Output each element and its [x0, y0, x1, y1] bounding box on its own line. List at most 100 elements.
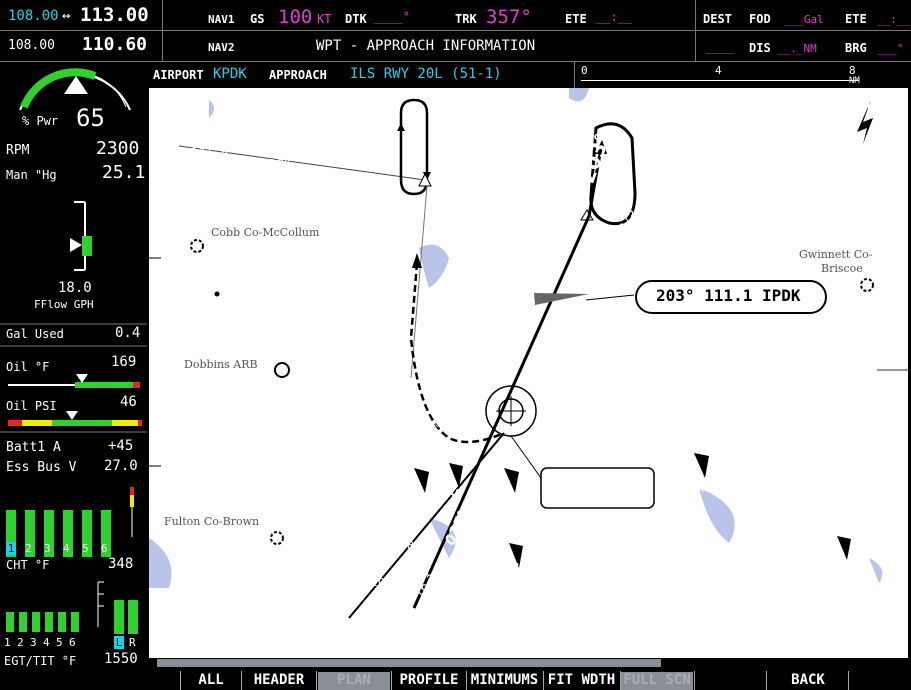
scale-unit: NM: [849, 76, 860, 86]
dis-label: DIS: [749, 41, 771, 55]
approach-value[interactable]: ILS RWY 20L (51-1): [350, 66, 502, 82]
aabee-sub1: D10.1 PDK: [499, 222, 558, 235]
alt-1219: 1219': [574, 312, 606, 325]
hold-outbound-course: 006°: [385, 119, 401, 152]
lat-33-50: 33-50: [163, 468, 190, 478]
rmg-freq: 115.4: [189, 146, 230, 162]
egt-bar-3: [32, 612, 40, 632]
ess-bus-value: 27.0: [104, 458, 138, 474]
gal-used-value: 0.4: [115, 325, 141, 341]
brg-label: BRG: [845, 41, 867, 55]
cht-value: 348: [108, 556, 134, 572]
com1-active-freq[interactable]: 108.00: [8, 8, 59, 24]
chamb-fix: CHAMB: [467, 286, 521, 301]
egt-cyl-1: 1: [4, 636, 11, 649]
softkey-blank[interactable]: [696, 672, 764, 690]
egt-right: R: [129, 636, 136, 649]
alt-1462: 1462': [796, 140, 828, 153]
rpm-value: 2300: [96, 138, 140, 159]
dest-label: DEST: [703, 12, 732, 26]
cht-cyl-1: 1: [6, 542, 16, 555]
gorst-sub: D26.0 ATL: [441, 175, 498, 188]
alt-2049-topright: 2049': [846, 102, 878, 115]
hold-inbound-course: 186°: [442, 114, 458, 147]
com2-standby-freq[interactable]: 110.60: [82, 34, 147, 55]
top-nav-bar: 108.00 ↔ 113.00 108.00 110.60 NAV1 NAV2 …: [0, 0, 911, 62]
alt-1435: 1435': [746, 108, 778, 121]
pwr-value: 65: [76, 104, 105, 132]
swap-arrow[interactable]: ↔: [62, 8, 70, 24]
egt-bar-1: [6, 612, 14, 632]
alt-2049-d: 2049': [499, 561, 531, 574]
lon-84-20: 84-20: [469, 618, 496, 628]
dobbins-airport: Dobbins ARB: [184, 358, 258, 371]
softkey-full-screen[interactable]: FULL SCN: [621, 672, 693, 690]
alt-2049-a: 2049': [434, 487, 466, 500]
ete2-value: __:__: [877, 13, 911, 26]
egt-bar-6: [71, 612, 79, 632]
cht-cyl-3: 3: [44, 542, 51, 555]
cht-label: CHT °F: [6, 558, 50, 572]
alt-1709: 1709': [573, 433, 605, 446]
softkey-plan[interactable]: PLAN: [318, 672, 390, 690]
com1-standby-freq[interactable]: 113.00: [80, 4, 149, 26]
egt-cyl-3: 3: [30, 636, 37, 649]
alt-1197: 1197': [471, 331, 503, 344]
softkey-profile[interactable]: PROFILE: [393, 672, 465, 690]
nav2-label: NAV2: [208, 41, 235, 54]
egt-bar-5: [58, 612, 66, 632]
dis-blank: ____: [706, 40, 735, 54]
approach-info-bar: AIRPORT KPDK APPROACH ILS RWY 20L (51-1)…: [147, 62, 911, 88]
gorst-fix: GORST: [447, 158, 501, 174]
gs-label: GS: [250, 12, 265, 26]
softkey-back[interactable]: BACK: [768, 672, 848, 690]
alt-1578: 1578': [719, 239, 751, 252]
oil-psi-label: Oil PSI: [6, 399, 57, 413]
peachtree-d: D: [545, 476, 550, 485]
softkey-minimums[interactable]: MINIMUMS: [467, 672, 542, 690]
distance-scale: [581, 80, 859, 81]
egt-bar-2: [19, 612, 27, 632]
alt-2049-b: 2049': [489, 506, 521, 519]
manifold-value: 25.1: [102, 162, 146, 183]
egt-cyl-2: 2: [17, 636, 24, 649]
manifold-label: Man "Hg: [6, 168, 57, 182]
alt-1880: 1880': [454, 310, 486, 323]
tit-bar-right: [128, 600, 138, 634]
rmg-course: 098°: [259, 158, 291, 173]
alt-1177: 1177': [469, 380, 501, 393]
brg-value: ___°: [877, 42, 904, 55]
egt-value: 1550: [104, 651, 138, 667]
rpm-label: RPM: [6, 143, 30, 158]
alt-1444: 1444': [464, 120, 496, 133]
lon-84-00: 84-00: [816, 618, 843, 628]
map-scrollbar-thumb[interactable]: [157, 659, 661, 667]
scale-zero: 0: [581, 64, 588, 77]
alt-1420: 1420': [357, 576, 389, 589]
oil-temp-label: Oil °F: [6, 360, 50, 374]
cobb-airport: Cobb Co-McCollum: [211, 226, 320, 239]
gwinnett-airport-2: Briscoe: [821, 262, 863, 275]
softkey-header[interactable]: HEADER: [243, 672, 315, 690]
alt-2048-b: 2048': [463, 539, 495, 552]
gal-used-label: Gal Used: [6, 327, 64, 341]
map-scrollbar[interactable]: [149, 658, 908, 668]
alt-2049-c: 2049': [684, 482, 716, 495]
softkey-all[interactable]: ALL: [182, 672, 240, 690]
approach-chart-map[interactable]: RMG 115.4 098° 1883' 006° 186° 1444' GOR…: [149, 88, 908, 658]
egt-cyl-4: 4: [43, 636, 50, 649]
aabee-sub2: RADAR FIX: [492, 235, 552, 248]
fflow-value: 18.0: [58, 280, 92, 296]
peachtree-vor: PEACHTREE: [567, 470, 633, 483]
softkey-fit-width[interactable]: FIT WDTH: [544, 672, 619, 690]
alt-2048-a: 2048': [386, 539, 418, 552]
fflow-label: FFlow GPH: [34, 298, 94, 311]
cht-cyl-6: 6: [101, 542, 108, 555]
tit-bar-left: [114, 600, 124, 634]
com2-active-freq[interactable]: 108.00: [8, 38, 55, 53]
engine-indication-strip: % Pwr 65 RPM 2300 Man "Hg 25.1 18.0 FFlo…: [0, 62, 147, 690]
ete2-label: ETE: [845, 12, 867, 26]
alt-2049-e: 2049': [821, 560, 853, 573]
airport-value[interactable]: KPDK: [213, 66, 247, 82]
fulton-airport: Fulton Co-Brown: [164, 515, 260, 528]
